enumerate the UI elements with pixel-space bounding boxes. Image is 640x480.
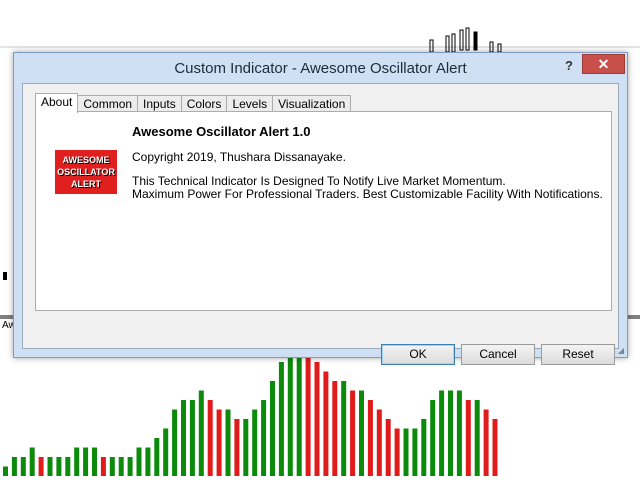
oscillator-bar — [448, 390, 453, 476]
dialog-client-area: About Common Inputs Colors Levels Visual… — [22, 83, 619, 349]
oscillator-bar — [29, 447, 35, 476]
reset-button[interactable]: Reset — [541, 344, 615, 365]
oscillator-bar — [225, 409, 231, 476]
title-bar[interactable]: Custom Indicator - Awesome Oscillator Al… — [14, 53, 627, 83]
price-candle — [429, 39, 434, 53]
oscillator-bar — [109, 457, 115, 476]
oscillator-bar — [11, 457, 17, 476]
oscillator-bar — [207, 400, 213, 476]
oscillator-bar — [20, 457, 26, 476]
copyright-text: Copyright 2019, Thushara Dissanayake. — [132, 150, 346, 164]
price-marker — [3, 272, 7, 280]
price-candle — [497, 43, 502, 53]
oscillator-bar — [74, 447, 80, 476]
oscillator-bar — [270, 381, 275, 476]
ok-button[interactable]: OK — [381, 344, 455, 365]
oscillator-bar — [314, 362, 320, 476]
oscillator-bar — [154, 438, 160, 476]
oscillator-bar — [403, 428, 409, 476]
oscillator-bar — [83, 447, 89, 476]
oscillator-bar — [341, 381, 347, 476]
oscillator-bar — [100, 457, 106, 476]
oscillator-bar — [483, 409, 489, 476]
oscillator-bar — [439, 390, 445, 476]
description-text: This Technical Indicator Is Designed To … — [132, 175, 603, 201]
dialog-title: Custom Indicator - Awesome Oscillator Al… — [174, 60, 467, 77]
oscillator-bar — [181, 400, 186, 476]
oscillator-bar — [376, 409, 382, 476]
logo-line-3: ALERT — [71, 179, 101, 189]
price-candle — [445, 35, 450, 53]
close-button[interactable]: ✕ — [582, 54, 625, 74]
oscillator-bar — [456, 390, 462, 476]
price-candle — [473, 31, 478, 51]
oscillator-bar — [189, 400, 195, 476]
oscillator-bar — [350, 390, 356, 476]
logo-line-1: AWESOME — [62, 155, 110, 165]
oscillator-bar — [430, 400, 436, 476]
oscillator-bar — [118, 457, 124, 476]
oscillator-bar — [332, 381, 338, 476]
oscillator-bar — [47, 457, 53, 476]
cancel-button[interactable]: Cancel — [461, 344, 535, 365]
product-logo: AWESOME OSCILLATOR ALERT — [55, 150, 117, 194]
oscillator-bar — [287, 356, 293, 476]
oscillator-bar — [38, 457, 44, 476]
description-line-2: Maximum Power For Professional Traders. … — [132, 187, 603, 201]
oscillator-bar — [3, 466, 8, 476]
oscillator-bar — [56, 457, 62, 476]
oscillator-bar — [92, 447, 97, 476]
oscillator-bar — [172, 409, 178, 476]
tab-strip: About Common Inputs Colors Levels Visual… — [35, 93, 352, 113]
help-button[interactable]: ? — [559, 57, 579, 75]
oscillator-bar — [323, 371, 329, 476]
logo-line-2: OSCILLATOR — [57, 167, 115, 177]
oscillator-bar — [412, 428, 418, 476]
oscillator-bar — [385, 419, 391, 476]
oscillator-bar — [367, 400, 373, 476]
oscillator-bar — [394, 428, 400, 476]
oscillator-bar — [359, 390, 364, 476]
oscillator-bar — [261, 400, 267, 476]
oscillator-bar — [198, 390, 204, 476]
resize-grip-icon[interactable]: ◢ — [618, 346, 624, 355]
price-candle — [451, 33, 456, 53]
oscillator-bar — [216, 409, 222, 476]
oscillator-bar — [474, 400, 480, 476]
oscillator-bar — [296, 356, 302, 476]
custom-indicator-dialog: Custom Indicator - Awesome Oscillator Al… — [13, 52, 628, 365]
product-title: Awesome Oscillator Alert 1.0 — [132, 124, 311, 139]
oscillator-bar — [163, 428, 169, 476]
oscillator-bar — [243, 419, 249, 476]
oscillator-bar — [252, 409, 258, 476]
oscillator-bar — [278, 362, 284, 476]
oscillator-bar — [421, 419, 427, 476]
oscillator-bar — [234, 419, 240, 476]
oscillator-bar — [65, 457, 71, 476]
oscillator-bar — [136, 447, 142, 476]
tab-about[interactable]: About — [35, 93, 79, 113]
oscillator-bar — [145, 447, 151, 476]
oscillator-bar — [492, 419, 498, 476]
oscillator-bar — [127, 457, 133, 476]
oscillator-bar — [465, 400, 471, 476]
oscillator-bar — [305, 356, 311, 476]
about-panel: AWESOME OSCILLATOR ALERT Awesome Oscilla… — [35, 111, 612, 311]
